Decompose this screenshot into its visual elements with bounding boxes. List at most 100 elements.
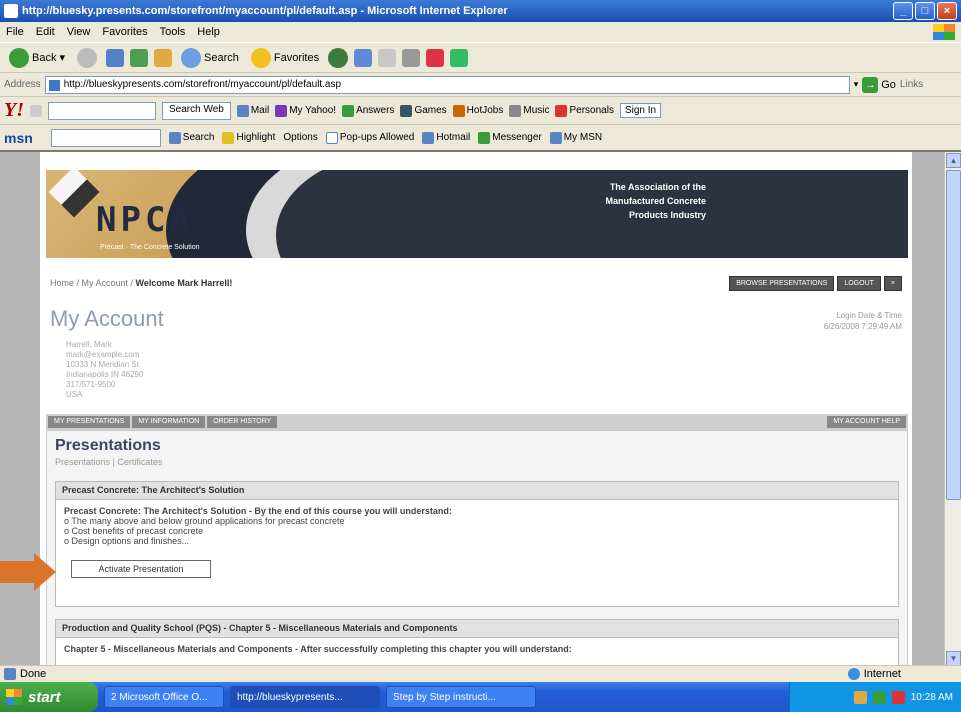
menu-tools[interactable]: Tools xyxy=(160,26,186,38)
login-info: Login Date & Time 6/26/2008 7:29:49 AM xyxy=(824,310,902,332)
history-icon[interactable] xyxy=(354,48,373,67)
mymsn-icon xyxy=(549,131,562,144)
browse-presentations-button[interactable]: BROWSE PRESENTATIONS xyxy=(729,276,835,291)
refresh-icon[interactable] xyxy=(130,48,148,67)
forward-arrow-icon xyxy=(77,47,97,68)
window-titlebar: http://bluesky.presents.com/storefront/m… xyxy=(0,0,961,22)
breadcrumb-links[interactable]: Home / My Account / xyxy=(50,278,133,288)
go-label: Go xyxy=(881,78,896,91)
go-button[interactable]: → Go xyxy=(862,76,896,93)
tray-icon[interactable] xyxy=(853,690,867,704)
card-bullet: o The many above and below ground applic… xyxy=(64,516,345,526)
card-body: Precast Concrete: The Architect's Soluti… xyxy=(56,500,898,552)
favorites-button[interactable]: Favorites xyxy=(248,46,322,70)
close-small-button[interactable]: × xyxy=(883,276,902,291)
music-label: Music xyxy=(523,105,550,116)
music-icon xyxy=(509,104,522,117)
clock[interactable]: 10:28 AM xyxy=(911,692,953,703)
hotjobs-icon xyxy=(452,104,465,117)
yahoo-games[interactable]: Games xyxy=(400,104,447,117)
pencil-icon[interactable] xyxy=(30,104,42,117)
card-body: Chapter 5 - Miscellaneous Materials and … xyxy=(56,638,898,660)
section-subnav[interactable]: Presentations | Certificates xyxy=(55,457,162,467)
messenger-icon xyxy=(478,131,491,144)
sign-in-button[interactable]: Sign In xyxy=(619,103,662,118)
menu-help[interactable]: Help xyxy=(197,26,220,38)
home-icon[interactable] xyxy=(154,48,172,67)
print-icon[interactable] xyxy=(402,48,421,67)
scroll-down-icon[interactable]: ▼ xyxy=(946,651,961,665)
status-bar: Done Internet xyxy=(0,665,961,682)
npca-logo[interactable]: NPCA xyxy=(96,200,194,240)
msn-popups[interactable]: Pop-ups Allowed xyxy=(325,131,414,144)
logout-button[interactable]: LOGOUT xyxy=(837,276,881,291)
address-line: 10333 N Meridian St xyxy=(66,360,139,369)
scroll-thumb[interactable] xyxy=(946,170,961,500)
yahoo-logo[interactable]: Y! xyxy=(4,99,24,122)
close-button[interactable]: × xyxy=(937,2,957,20)
forward-button[interactable] xyxy=(74,46,100,70)
taskbar-item[interactable]: 2 Microsoft Office O... xyxy=(104,686,224,708)
yahoo-my-yahoo[interactable]: My Yahoo! xyxy=(275,104,336,117)
address-input[interactable]: http://blueskypresents.com/storefront/my… xyxy=(44,75,850,94)
back-button[interactable]: Back ▾ xyxy=(6,46,68,70)
search-web-button[interactable]: Search Web xyxy=(162,101,231,120)
answers-label: Answers xyxy=(356,105,395,116)
heart-icon xyxy=(555,104,568,117)
minimize-button[interactable]: _ xyxy=(893,2,913,20)
stop-icon[interactable] xyxy=(106,48,124,67)
tab-order-history[interactable]: ORDER HISTORY xyxy=(207,416,278,428)
card-lead: Precast Concrete: The Architect's Soluti… xyxy=(64,506,452,516)
yahoo-music[interactable]: Music xyxy=(509,104,550,117)
browser-viewport: NPCA Precast · The Concrete Solution The… xyxy=(0,150,961,665)
npca-banner: NPCA Precast · The Concrete Solution The… xyxy=(46,170,908,258)
tab-account-help[interactable]: MY ACCOUNT HELP xyxy=(827,416,906,428)
msn-mymsn[interactable]: My MSN xyxy=(549,131,602,144)
taskbar-item[interactable]: Step by Step instructi... xyxy=(386,686,536,708)
tray-icon[interactable] xyxy=(872,690,886,704)
media-icon[interactable] xyxy=(328,47,349,68)
yahoo-mail[interactable]: Mail xyxy=(236,104,269,117)
tab-my-information[interactable]: MY INFORMATION xyxy=(132,416,206,428)
mail-icon[interactable] xyxy=(378,48,397,67)
msn-options[interactable]: Options xyxy=(283,132,317,143)
address-line: Harrell, Mark xyxy=(66,340,112,349)
maximize-button[interactable]: □ xyxy=(915,2,935,20)
msn-hotmail[interactable]: Hotmail xyxy=(422,131,471,144)
yahoo-personals[interactable]: Personals xyxy=(555,104,614,117)
options-label: Options xyxy=(283,132,318,143)
yahoo-answers[interactable]: Answers xyxy=(342,104,395,117)
yahoo-search-input[interactable] xyxy=(48,101,156,120)
vertical-scrollbar[interactable]: ▲ ▼ xyxy=(944,152,961,665)
msn-highlight[interactable]: Highlight xyxy=(222,131,275,144)
hotmail-label: Hotmail xyxy=(436,132,471,143)
zone-label: Internet xyxy=(863,668,901,680)
msn-messenger[interactable]: Messenger xyxy=(478,131,542,144)
menu-bar: File Edit View Favorites Tools Help xyxy=(0,22,961,42)
web-page: NPCA Precast · The Concrete Solution The… xyxy=(40,152,912,665)
messenger-icon[interactable] xyxy=(426,48,445,67)
menu-edit[interactable]: Edit xyxy=(36,26,55,38)
npca-tagline: Precast · The Concrete Solution xyxy=(100,244,200,251)
yahoo-hotjobs[interactable]: HotJobs xyxy=(452,104,503,117)
menu-view[interactable]: View xyxy=(67,26,91,38)
taskbar-item[interactable]: http://blueskypresents... xyxy=(230,686,380,708)
menu-favorites[interactable]: Favorites xyxy=(102,26,147,38)
start-button[interactable]: start xyxy=(0,682,98,712)
msn-search-input[interactable] xyxy=(50,128,161,147)
scroll-up-icon[interactable]: ▲ xyxy=(946,153,961,168)
menu-file[interactable]: File xyxy=(6,26,24,38)
highlighter-icon xyxy=(222,131,235,144)
activate-presentation-button[interactable]: Activate Presentation xyxy=(71,560,211,578)
links-label[interactable]: Links xyxy=(900,79,923,90)
search-button[interactable]: Search xyxy=(178,46,242,70)
msn-search[interactable]: Search xyxy=(168,131,214,144)
research-icon[interactable] xyxy=(450,48,469,67)
msn-logo[interactable]: msn xyxy=(4,130,33,146)
page-done-icon xyxy=(4,668,16,680)
tab-my-presentations[interactable]: MY PRESENTATIONS xyxy=(48,416,131,428)
tray-icon[interactable] xyxy=(891,690,905,704)
address-line: USA xyxy=(66,390,83,399)
search-icon xyxy=(168,131,181,144)
presentation-card: Production and Quality School (PQS) - Ch… xyxy=(55,619,899,665)
